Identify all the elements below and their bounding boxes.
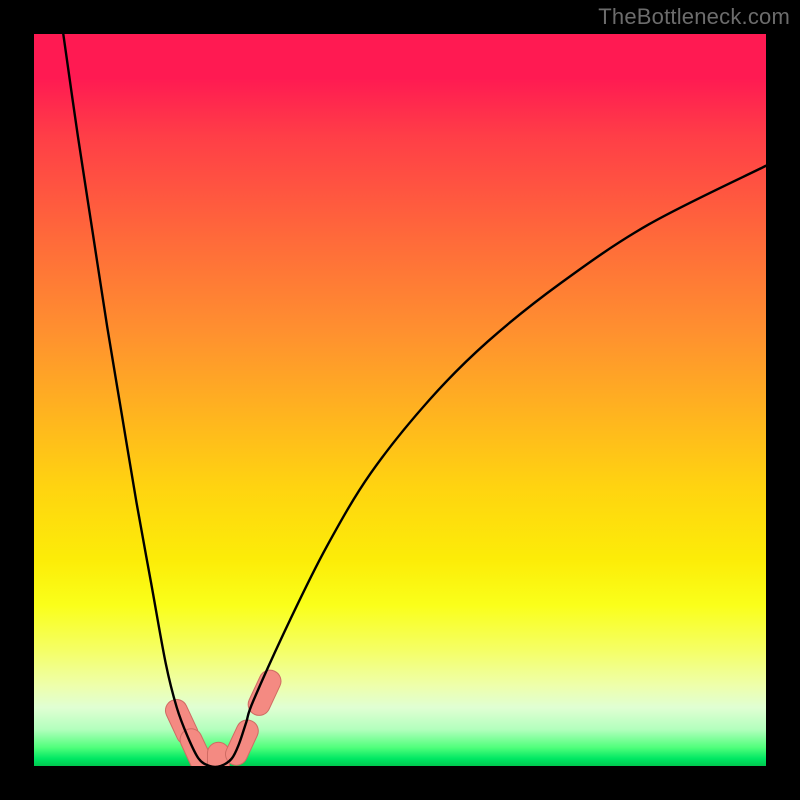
bottleneck-curve [63, 34, 766, 766]
chart-frame: TheBottleneck.com [0, 0, 800, 800]
curve-marker [222, 716, 262, 766]
watermark-text: TheBottleneck.com [598, 4, 790, 30]
plot-area [34, 34, 766, 766]
curve-layer [34, 34, 766, 766]
